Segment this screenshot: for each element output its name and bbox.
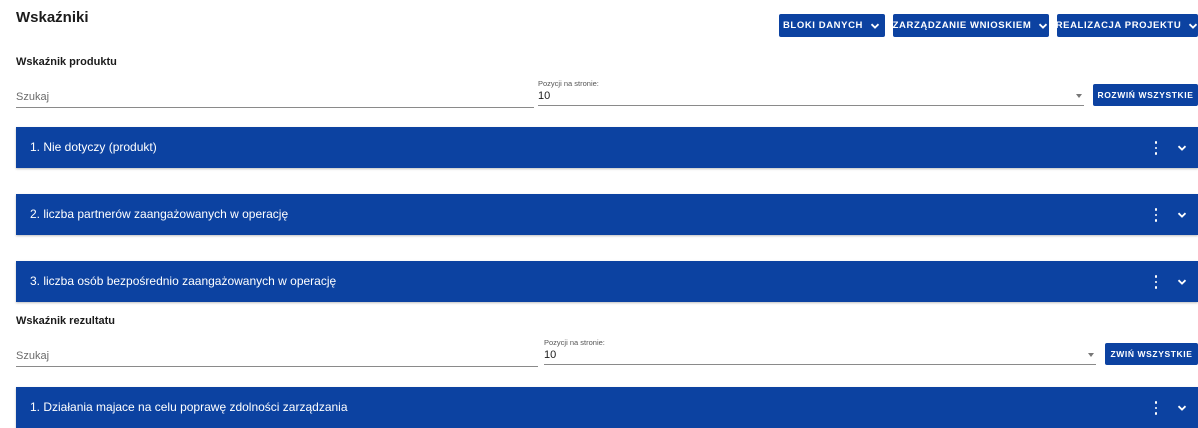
product-per-page-select[interactable]: Pozycji na stronie: 10 xyxy=(538,79,1084,106)
panel-title: 2. liczba partnerów zaangażowanych w ope… xyxy=(30,207,289,221)
result-search-field xyxy=(16,346,538,367)
chevron-down-icon[interactable] xyxy=(1176,401,1188,413)
product-indicator-panel-3[interactable]: 3. liczba osób bezpośrednio zaangażowany… xyxy=(16,261,1198,302)
product-search-input[interactable] xyxy=(16,87,534,107)
expand-all-button[interactable]: ROZWIŃ WSZYSTKIE xyxy=(1093,84,1198,106)
per-page-label: Pozycji na stronie: xyxy=(544,338,605,347)
data-blocks-button[interactable]: BLOKI DANYCH xyxy=(779,14,885,37)
result-indicator-panel-1[interactable]: 1. Działania majace na celu poprawę zdol… xyxy=(16,387,1198,428)
product-indicator-panel-1[interactable]: 1. Nie dotyczy (produkt) xyxy=(16,127,1198,168)
product-indicator-panel-2[interactable]: 2. liczba partnerów zaangażowanych w ope… xyxy=(16,194,1198,235)
chevron-down-icon[interactable] xyxy=(1176,141,1188,153)
more-vertical-icon[interactable] xyxy=(1151,141,1161,155)
more-vertical-icon[interactable] xyxy=(1151,275,1161,289)
chevron-down-icon xyxy=(869,20,881,32)
panel-title: 1. Działania majace na celu poprawę zdol… xyxy=(30,400,348,414)
per-page-label: Pozycji na stronie: xyxy=(538,79,599,88)
collapse-all-button[interactable]: ZWIŃ WSZYSTKIE xyxy=(1105,343,1198,365)
page-title: Wskaźniki xyxy=(16,9,89,26)
product-search-field xyxy=(16,87,534,108)
chevron-down-icon xyxy=(1037,20,1049,32)
more-vertical-icon[interactable] xyxy=(1151,208,1161,222)
per-page-value: 10 xyxy=(544,349,557,361)
caret-down-icon xyxy=(1076,94,1082,98)
product-section-title: Wskaźnik produktu xyxy=(16,56,117,68)
chevron-down-icon xyxy=(1187,20,1198,32)
more-vertical-icon[interactable] xyxy=(1151,401,1161,415)
project-implementation-button[interactable]: REALIZACJA PROJEKTU xyxy=(1055,14,1198,37)
caret-down-icon xyxy=(1088,353,1094,357)
per-page-value: 10 xyxy=(538,90,551,102)
panel-title: 1. Nie dotyczy (produkt) xyxy=(30,140,157,154)
data-blocks-button-label: BLOKI DANYCH xyxy=(782,20,864,31)
application-management-button[interactable]: ZARZĄDZANIE WNIOSKIEM xyxy=(893,14,1049,37)
chevron-down-icon[interactable] xyxy=(1176,208,1188,220)
application-management-button-label: ZARZĄDZANIE WNIOSKIEM xyxy=(892,20,1032,31)
result-search-input[interactable] xyxy=(16,346,538,366)
panel-title: 3. liczba osób bezpośrednio zaangażowany… xyxy=(30,274,337,288)
result-per-page-select[interactable]: Pozycji na stronie: 10 xyxy=(544,338,1096,365)
chevron-down-icon[interactable] xyxy=(1176,275,1188,287)
result-section-title: Wskaźnik rezultatu xyxy=(16,315,116,327)
project-implementation-button-label: REALIZACJA PROJEKTU xyxy=(1055,20,1182,31)
